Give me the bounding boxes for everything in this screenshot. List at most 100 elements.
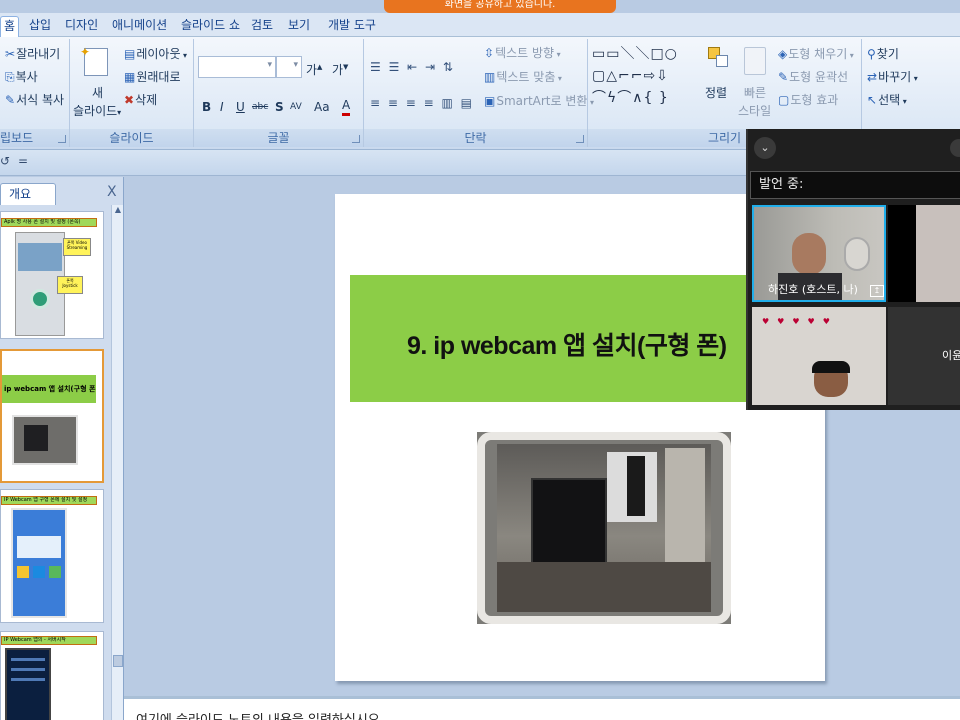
tab-slideshow[interactable]: 슬라이드 쇼: [178, 16, 243, 37]
undo-icon[interactable]: ↺: [0, 154, 10, 168]
slide-thumbnail-2[interactable]: ip webcam 앱 설치(구형 폰): [0, 349, 104, 483]
copy-button[interactable]: ⎘복사: [5, 69, 38, 85]
group-title-paragraph: 단락: [364, 129, 587, 147]
quick-styles-icon: [744, 47, 766, 75]
font-family-select[interactable]: [198, 56, 276, 78]
thumbnail-title: IP Webcam 앱 구형 폰에 설치 및 설정: [1, 496, 97, 505]
slide-outline-panel: 개요 X Aplk 명 사용 폰 설치 및 설정 (폰쪽) 폰쪽 Video S…: [0, 177, 124, 720]
select-button[interactable]: ↖선택 ▾: [867, 92, 907, 110]
paragraph-launcher-icon[interactable]: [576, 135, 584, 143]
text-direction-button[interactable]: ⇳텍스트 방향 ▾: [484, 45, 561, 63]
participant-name: 이윤: [942, 349, 960, 362]
tab-design[interactable]: 디자인: [62, 16, 101, 37]
delete-slide-button[interactable]: ✖삭제: [124, 92, 157, 108]
thumbnail-callout: 폰쪽 Video Streaming: [63, 238, 91, 256]
screen-share-banner[interactable]: 화면을 공유하고 있습니다.: [384, 0, 616, 13]
align-text-icon: ▥: [484, 70, 496, 84]
brush-icon: ✎: [5, 93, 16, 107]
notes-pane[interactable]: 여기에 슬라이드 노트의 내용을 입력하십시오.: [124, 696, 960, 720]
align-text-button[interactable]: ▥텍스트 맞춤 ▾: [484, 69, 562, 87]
tab-home[interactable]: 홈: [0, 16, 20, 37]
thumbnail-title: ip webcam 앱 설치(구형 폰): [2, 375, 96, 403]
text-shadow-button[interactable]: S: [275, 99, 284, 115]
group-font: 가▲ 가▼ B I U abc S AV Aa A 글꼴: [194, 39, 364, 147]
format-painter-button[interactable]: ✎서식 복사: [5, 92, 64, 108]
tab-review[interactable]: 검토: [248, 16, 276, 37]
customize-toolbar-icon[interactable]: =: [18, 154, 28, 168]
slide-thumbnail-1[interactable]: Aplk 명 사용 폰 설치 및 설정 (폰쪽) 폰쪽 Video Stream…: [0, 211, 104, 339]
delete-icon: ✖: [124, 93, 135, 107]
copy-icon: ⎘: [5, 70, 15, 84]
effects-icon: ▢: [778, 93, 790, 107]
notes-placeholder: 여기에 슬라이드 노트의 내용을 입력하십시오.: [136, 709, 384, 720]
video-tile-4[interactable]: 이윤: [888, 307, 960, 405]
arrange-button[interactable]: 정렬: [702, 45, 736, 119]
thumbnail-phone-image: [11, 508, 67, 618]
zoom-video-panel: ⌄ 발언 중: 하진호 (호스트, 나) ↥ ♥♥♥♥♥ 이윤: [746, 129, 960, 410]
change-case-button[interactable]: Aa: [314, 99, 330, 115]
underline-button[interactable]: U: [236, 99, 245, 115]
thumbnail-title: Aplk 명 사용 폰 설치 및 설정 (폰쪽): [1, 218, 97, 227]
collapse-chevron-icon[interactable]: ⌄: [754, 137, 776, 159]
tab-insert[interactable]: 삽입: [26, 16, 54, 37]
align-buttons[interactable]: ≡ ≡ ≡ ≡ ▥ ▤: [370, 96, 474, 110]
shrink-font-button[interactable]: 가▼: [332, 59, 348, 78]
video-tile-3[interactable]: ♥♥♥♥♥: [752, 307, 886, 405]
participant-name: 하진호 (호스트, 나): [768, 283, 858, 296]
new-slide-button[interactable]: ✦ 새 슬라이드▾: [72, 45, 121, 125]
clipboard-launcher-icon[interactable]: [58, 135, 66, 143]
close-icon[interactable]: X: [107, 184, 117, 200]
scroll-up-arrow-icon[interactable]: ▲: [112, 205, 124, 217]
thumbnail-phone-image: [5, 648, 51, 720]
thumbnail-title: IP Webcam 앱의 - 서버시작: [1, 636, 97, 645]
cut-button[interactable]: ✂잘라내기: [5, 46, 60, 62]
font-color-button[interactable]: A: [342, 97, 351, 116]
slide-title[interactable]: 9. ip webcam 앱 설치(구형 폰): [407, 326, 727, 362]
scroll-thumb[interactable]: [113, 655, 123, 667]
layout-icon: ▤: [124, 47, 136, 61]
group-title-slides: 슬라이드: [70, 129, 193, 147]
cursor-icon: ↖: [867, 93, 878, 107]
outline-pen-icon: ✎: [778, 70, 789, 84]
italic-button[interactable]: I: [220, 99, 224, 115]
group-slides: ✦ 새 슬라이드▾ ▤레이아웃 ▾ ▦원래대로 ✖삭제 슬라이드: [70, 39, 194, 147]
tab-animation[interactable]: 애니메이션: [109, 16, 170, 37]
share-icon[interactable]: ↥: [870, 285, 884, 297]
more-options-icon[interactable]: [950, 139, 960, 157]
smartart-button[interactable]: ▣SmartArt로 변환 ▾: [484, 93, 594, 111]
layout-button[interactable]: ▤레이아웃 ▾: [124, 46, 187, 64]
slide-thumbnail-3[interactable]: IP Webcam 앱 구형 폰에 설치 및 설정: [0, 489, 104, 623]
font-size-select[interactable]: [276, 56, 302, 78]
bold-button[interactable]: B: [202, 99, 211, 115]
reset-button[interactable]: ▦원래대로: [124, 69, 181, 85]
tab-outline[interactable]: 개요: [0, 183, 56, 205]
find-button[interactable]: ⚲찾기: [867, 46, 899, 62]
slide-thumbnail-4[interactable]: IP Webcam 앱의 - 서버시작: [0, 631, 104, 720]
shape-fill-button[interactable]: ◈도형 채우기 ▾: [778, 46, 854, 64]
text-direction-icon: ⇳: [484, 46, 495, 60]
quick-styles-button[interactable]: 빠른 스타일: [738, 45, 774, 125]
replace-button[interactable]: ⇄바꾸기 ▾: [867, 69, 918, 87]
list-buttons[interactable]: ☰ ☰ ⇤ ⇥ ⇅: [370, 60, 455, 74]
shape-effects-button[interactable]: ▢도형 효과: [778, 92, 838, 108]
group-title-font: 글꼴: [194, 129, 363, 147]
grow-font-button[interactable]: 가▲: [306, 59, 322, 78]
shape-outline-button[interactable]: ✎도형 윤곽선: [778, 69, 848, 85]
font-launcher-icon[interactable]: [352, 135, 360, 143]
speaking-indicator: 발언 중:: [750, 171, 960, 199]
thumbnail-phone-image: [12, 415, 78, 465]
strikethrough-button[interactable]: abc: [252, 99, 268, 115]
ribbon-tab-bar: 홈 삽입 디자인 애니메이션 슬라이드 쇼 검토 보기 개발 도구: [0, 13, 960, 37]
shapes-gallery[interactable]: ▭▭＼＼□○ ▢△⌐⌐⇨⇩ ⌒ϟ⌒∧{ }: [592, 43, 700, 115]
paint-bucket-icon: ◈: [778, 47, 788, 61]
tab-developer[interactable]: 개발 도구: [325, 16, 379, 37]
participant-face: [792, 233, 826, 275]
smartart-icon: ▣: [484, 94, 496, 108]
tab-view[interactable]: 보기: [285, 16, 313, 37]
video-tile-2[interactable]: [888, 205, 960, 302]
video-tile-host[interactable]: 하진호 (호스트, 나) ↥: [752, 205, 886, 302]
slide-photo[interactable]: [477, 432, 731, 624]
binoculars-icon: ⚲: [867, 47, 876, 61]
panel-scrollbar[interactable]: ▲: [111, 205, 123, 720]
char-spacing-button[interactable]: AV: [290, 99, 302, 115]
